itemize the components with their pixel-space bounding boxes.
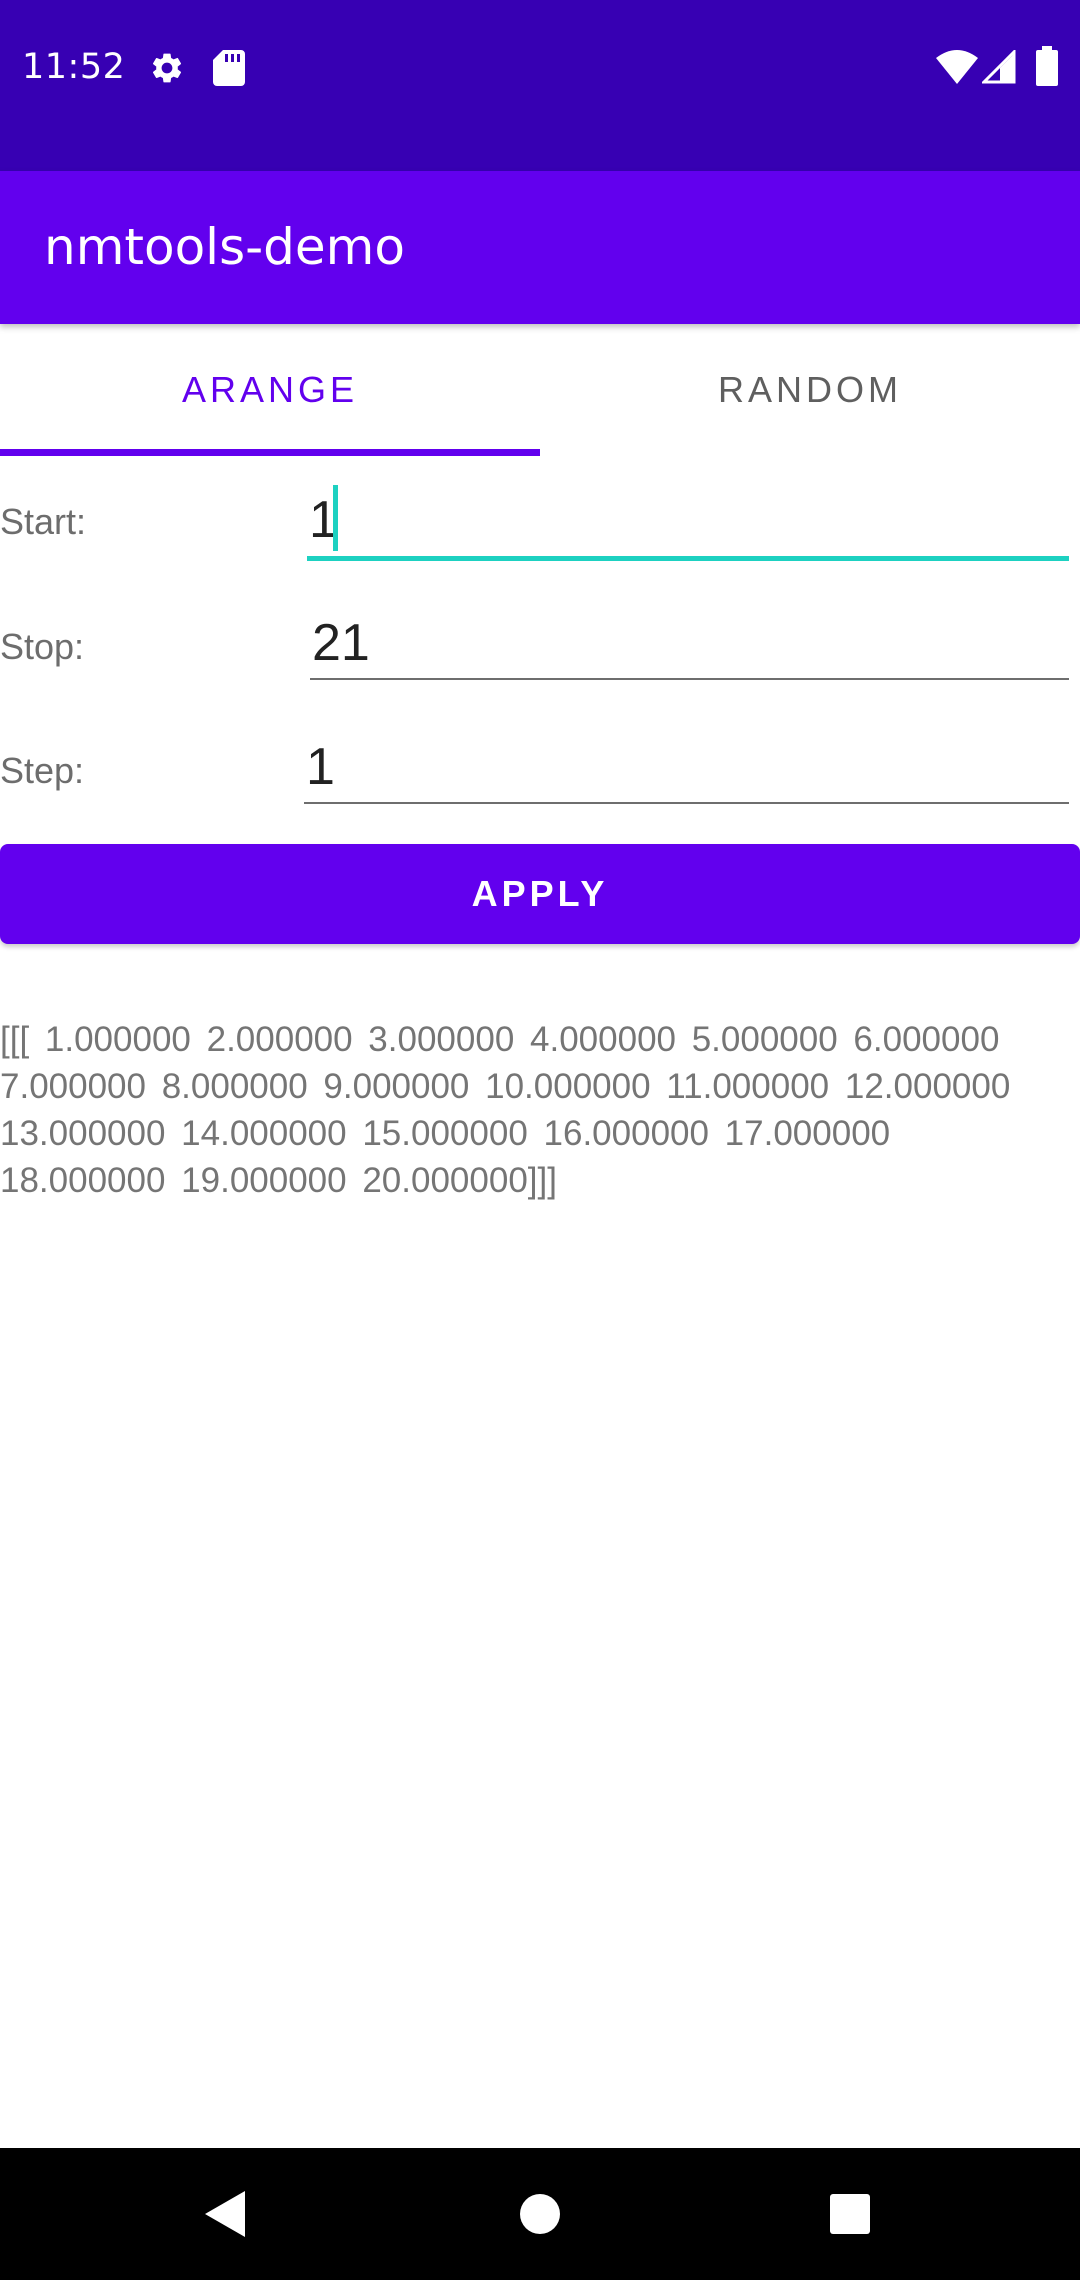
text-cursor bbox=[333, 485, 338, 551]
step-underline bbox=[304, 802, 1069, 804]
start-label: Start: bbox=[0, 501, 87, 542]
home-icon bbox=[520, 2194, 560, 2234]
tab-arange[interactable]: ARANGE bbox=[0, 324, 540, 456]
stop-underline bbox=[310, 678, 1069, 680]
back-button[interactable] bbox=[126, 2148, 326, 2280]
recents-button[interactable] bbox=[750, 2148, 950, 2280]
output-text: [[[ 1.000000 2.000000 3.000000 4.000000 … bbox=[0, 1020, 1011, 1200]
cell-signal-icon bbox=[982, 50, 1016, 84]
start-input[interactable]: 1 bbox=[307, 485, 1069, 557]
app-bar: nmtools-demo bbox=[0, 171, 1080, 324]
tab-indicator bbox=[0, 449, 540, 456]
step-label: Step: bbox=[0, 750, 85, 791]
gear-icon bbox=[152, 53, 182, 83]
stop-value: 21 bbox=[312, 614, 370, 672]
status-time: 11:52 bbox=[22, 47, 126, 87]
step-value: 1 bbox=[306, 738, 335, 796]
stop-input[interactable]: 21 bbox=[310, 608, 1069, 680]
start-underline bbox=[307, 556, 1069, 561]
back-icon bbox=[205, 2191, 245, 2237]
tab-bar: ARANGE RANDOM bbox=[0, 324, 1080, 456]
navigation-bar bbox=[0, 2148, 1080, 2280]
sd-card-icon bbox=[213, 50, 245, 86]
battery-icon bbox=[1036, 46, 1058, 86]
step-input[interactable]: 1 bbox=[304, 732, 1069, 804]
tab-random[interactable]: RANDOM bbox=[540, 324, 1080, 456]
app-title: nmtools-demo bbox=[44, 218, 405, 276]
apply-button[interactable]: APPLY bbox=[0, 844, 1080, 944]
wifi-icon bbox=[936, 50, 978, 84]
recents-icon bbox=[830, 2194, 870, 2234]
stop-label: Stop: bbox=[0, 626, 85, 667]
status-bar: 11:52 bbox=[0, 0, 1080, 171]
home-button[interactable] bbox=[440, 2148, 640, 2280]
